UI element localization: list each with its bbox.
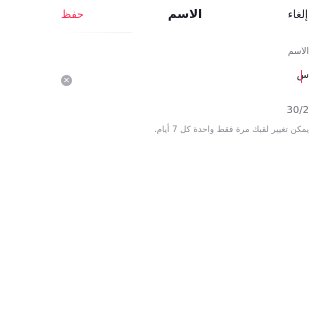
text-caret — [300, 70, 302, 83]
header-divider — [60, 32, 132, 33]
name-input-value[interactable]: س — [297, 70, 309, 81]
name-change-hint: يمكن تغيير لقبك مرة فقط واحدة كل 7 أيام. — [154, 125, 309, 135]
name-field-label: الاسم — [287, 47, 309, 57]
character-counter: 30/2 — [286, 105, 309, 116]
page-title: الاسم — [167, 7, 203, 21]
name-input[interactable]: س ✕ — [58, 68, 309, 88]
save-button[interactable]: حفظ — [61, 8, 84, 21]
clear-icon[interactable]: ✕ — [61, 75, 72, 86]
top-bar: إلغاء الاسم حفظ — [50, 0, 320, 32]
